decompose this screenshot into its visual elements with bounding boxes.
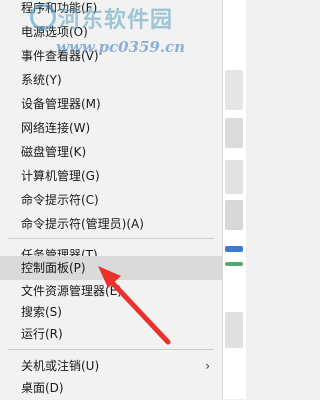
arrow-shaft: [103, 273, 171, 345]
red-arrow-icon: [98, 266, 171, 345]
